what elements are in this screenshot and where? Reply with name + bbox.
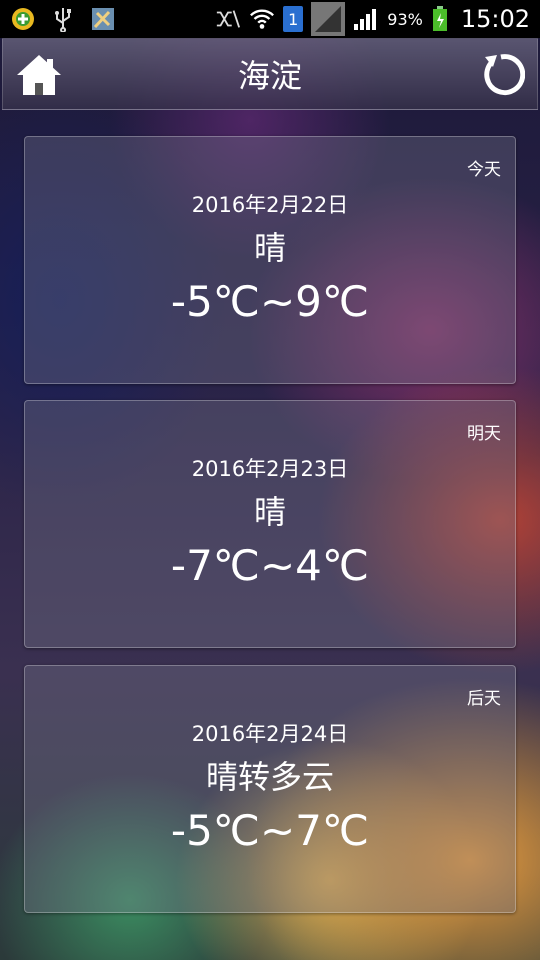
temperature-range: -5℃~9℃ (170, 277, 370, 326)
refresh-button[interactable] (477, 51, 526, 99)
day-tag: 今天 (467, 160, 501, 180)
home-button[interactable] (15, 51, 63, 99)
clock: 15:02 (460, 5, 530, 33)
weather-condition: 晴 (253, 229, 286, 267)
sim-label: 1 (288, 9, 299, 29)
title-bar: 海淀 (2, 38, 538, 110)
forecast-date: 2016年2月22日 (191, 193, 349, 217)
temperature-range: -7℃~4℃ (170, 541, 370, 590)
forecast-card-tomorrow[interactable]: 明天 2016年2月23日 晴 -7℃~4℃ (24, 400, 516, 648)
temperature-range: -5℃~7℃ (170, 806, 370, 855)
day-tag: 后天 (467, 689, 501, 709)
app-icon (10, 6, 36, 32)
wifi-icon (249, 6, 275, 32)
forecast-date: 2016年2月23日 (191, 457, 349, 481)
status-bar: 1 93% 15:02 (0, 0, 540, 38)
battery-icon (431, 6, 449, 32)
weather-condition: 晴 (253, 493, 286, 531)
silent-icon (215, 6, 241, 32)
signal-bars-icon (353, 6, 379, 32)
usb-icon (50, 6, 76, 32)
battery-percent: 93% (387, 9, 423, 29)
refresh-icon (477, 54, 526, 103)
weather-condition: 晴转多云 (205, 758, 334, 796)
forecast-card-today[interactable]: 今天 2016年2月22日 晴 -5℃~9℃ (24, 136, 516, 384)
tool-icon (90, 6, 116, 32)
day-tag: 明天 (467, 424, 501, 444)
city-title: 海淀 (237, 57, 302, 95)
forecast-card-day-after[interactable]: 后天 2016年2月24日 晴转多云 -5℃~7℃ (24, 665, 516, 913)
sim1-icon: 1 (283, 6, 304, 32)
home-icon (15, 55, 63, 103)
signal-icon (311, 2, 346, 36)
forecast-date: 2016年2月24日 (191, 722, 349, 746)
